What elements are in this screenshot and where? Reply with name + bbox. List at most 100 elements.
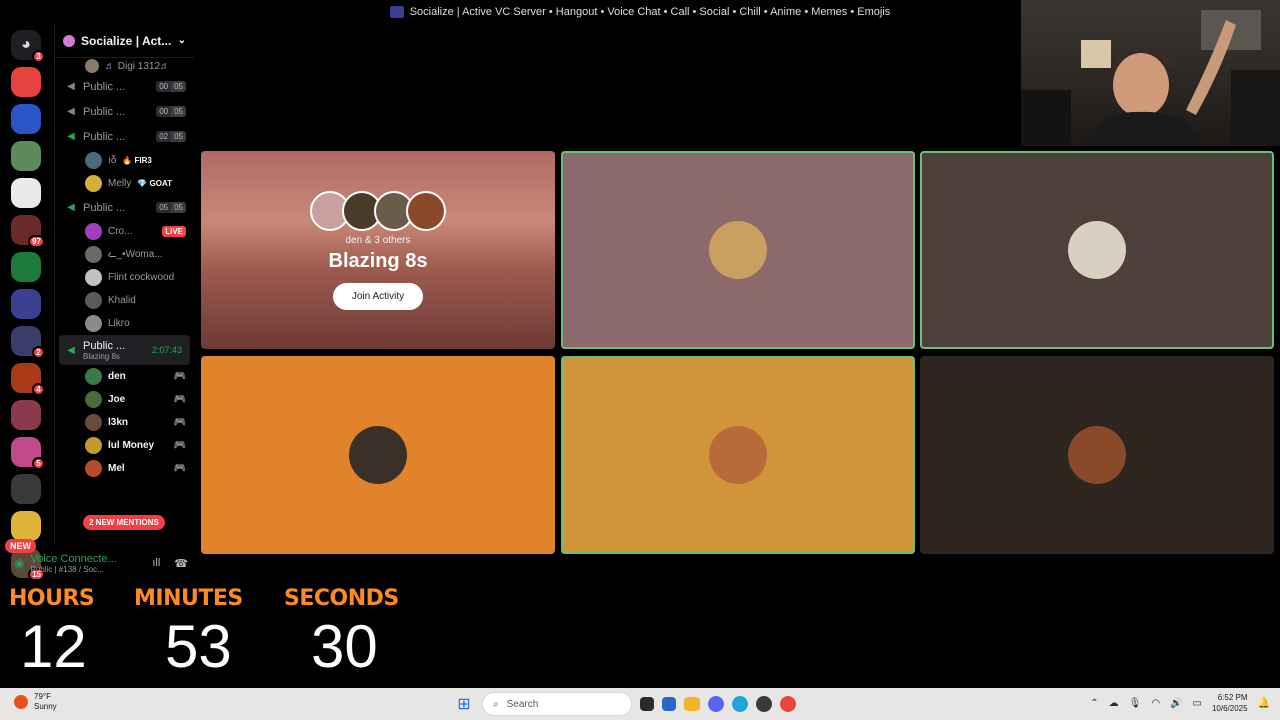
cloud-icon[interactable]: ☁: [1109, 698, 1119, 709]
avatar: [85, 152, 102, 169]
user-name: ♬ Digi 1312♬: [105, 60, 171, 72]
channel-name: Public ...: [83, 201, 126, 214]
webcam-overlay: [1021, 0, 1280, 146]
webcam-person-image: [1021, 10, 1280, 146]
list-item[interactable]: ᓚ_•Woma...: [55, 243, 194, 266]
file-explorer-icon[interactable]: [684, 697, 700, 711]
anime-server-icon[interactable]: [11, 400, 41, 430]
discord-taskbar-icon[interactable]: [708, 696, 724, 712]
list-item[interactable]: l3kn 🎮: [55, 411, 194, 434]
system-tray: ⌃ ☁ 🎙 ◠ 🔊 ▭ 6:52 PM 10/6/2025 🔔: [1090, 692, 1270, 714]
wifi-icon[interactable]: ◠: [1151, 698, 1160, 709]
list-item[interactable]: Flint cockwood: [55, 266, 194, 289]
join-activity-button[interactable]: Join Activity: [332, 282, 424, 310]
pink-server-icon[interactable]: 5: [11, 437, 45, 470]
fire-server-icon[interactable]: 4: [11, 363, 45, 396]
activity-tile[interactable]: den & 3 others Blazing 8s Join Activity: [201, 151, 555, 349]
red-server-icon[interactable]: 97: [11, 215, 45, 248]
money-server-icon[interactable]: [11, 178, 41, 208]
clock-time: 6:52 PM: [1217, 693, 1248, 702]
user-name: den: [108, 371, 126, 382]
hullow-server-icon[interactable]: [11, 67, 41, 97]
new-mentions-badge[interactable]: 2 NEW MENTIONS: [83, 515, 165, 530]
user-name: Khalid: [108, 295, 136, 306]
windows-start-icon[interactable]: ⊞: [454, 694, 474, 714]
active-voice-channel[interactable]: ◀ Public ... Blazing 8s 2:07:43: [59, 335, 190, 365]
blue-server-icon[interactable]: [11, 104, 41, 134]
participant-tile[interactable]: [920, 151, 1274, 349]
avatar: [709, 221, 767, 279]
voice-channel[interactable]: Public | #138 / Soc...: [30, 565, 116, 574]
clock-date: 10/6/2025: [1211, 704, 1248, 713]
emoji-server-icon[interactable]: [11, 511, 41, 541]
taskbar-search[interactable]: ⌕ Search: [482, 692, 632, 716]
list-item[interactable]: ıδ 🔥 FIR3: [55, 149, 194, 172]
speaker-icon: ◀: [67, 202, 75, 213]
participant-tile[interactable]: [920, 356, 1274, 554]
weather-temp: 79°F: [34, 692, 51, 701]
server-icon: [389, 6, 404, 18]
user-count: 05 05: [156, 202, 186, 213]
obs-icon[interactable]: [756, 696, 772, 712]
folder-icon[interactable]: [11, 289, 41, 319]
green-server-icon[interactable]: [11, 252, 41, 282]
task-view-icon[interactable]: [640, 697, 654, 711]
minutes-label: MINUTES: [134, 586, 243, 611]
gamepad-icon: 🎮: [173, 417, 186, 428]
list-item[interactable]: ♬ Digi 1312♬: [55, 58, 194, 74]
gamepad-icon: 🎮: [173, 394, 186, 405]
chrome-icon[interactable]: [780, 696, 796, 712]
socialize-server-icon[interactable]: 2: [11, 326, 45, 359]
voice-channel[interactable]: ◀ Public ... 05 05: [55, 195, 194, 220]
list-item[interactable]: Khalid: [55, 289, 194, 312]
landscape-server-icon[interactable]: [11, 141, 41, 171]
volume-icon[interactable]: 🔊: [1170, 698, 1182, 709]
store-icon[interactable]: [662, 697, 676, 711]
guild-header[interactable]: Socialize | Act... ⌄: [55, 24, 194, 58]
user-name: Flint cockwood: [108, 272, 175, 283]
clock[interactable]: 6:52 PM 10/6/2025: [1212, 692, 1248, 714]
voice-channel[interactable]: ◀ Public ... 00 05: [55, 74, 194, 99]
voice-channel[interactable]: ◀ Public ... 02 05: [55, 124, 194, 149]
voice-channel[interactable]: ◀ Public ... 00 05: [55, 99, 194, 124]
user-name: Likro: [108, 318, 130, 329]
avatar: [85, 269, 102, 286]
dark-server-icon[interactable]: [11, 474, 41, 504]
avatar: [85, 292, 102, 309]
notification-icon[interactable]: 🔔: [1258, 698, 1270, 709]
user-name: l3kn: [108, 417, 129, 428]
user-tag: 🔥 FIR3: [122, 156, 152, 165]
channel-name: Public ...: [83, 339, 126, 352]
microphone-icon[interactable]: 🎙: [1129, 698, 1142, 709]
list-item[interactable]: Likro: [55, 312, 194, 335]
list-item[interactable]: Joe 🎮: [55, 388, 194, 411]
discord-home-icon[interactable]: ◕ 3: [11, 30, 45, 63]
edge-icon[interactable]: [732, 696, 748, 712]
battery-icon[interactable]: ▭: [1193, 698, 1202, 709]
avatar: [85, 368, 102, 385]
seconds-value: 30: [311, 613, 378, 680]
unread-badge: 3: [32, 50, 45, 63]
weather-widget[interactable]: 79°F Sunny: [14, 692, 57, 712]
countdown-timer: HOURS MINUTES SECONDS 12 53 30: [0, 582, 420, 682]
list-item[interactable]: den 🎮: [55, 365, 194, 388]
user-name: Cro...: [108, 226, 133, 237]
disconnect-icon[interactable]: ☎: [174, 557, 188, 570]
user-name: Melly: [108, 178, 132, 189]
participant-tile[interactable]: [201, 356, 555, 554]
user-name: lul Money: [108, 440, 155, 451]
list-item[interactable]: Melly 💎 GOAT: [55, 172, 194, 195]
avatar: [85, 460, 102, 477]
avatar: [1068, 221, 1126, 279]
list-item[interactable]: Cro... LIVE: [55, 220, 194, 243]
list-item[interactable]: lul Money 🎮: [55, 434, 194, 457]
voice-status[interactable]: Voice Connecte...: [30, 553, 116, 565]
chevron-up-icon[interactable]: ⌃: [1090, 698, 1098, 709]
avatar: [85, 437, 102, 454]
participant-tile[interactable]: [561, 151, 915, 349]
noise-suppression-icon[interactable]: ıll: [152, 557, 160, 570]
avatar: [85, 246, 102, 263]
participant-tile[interactable]: [561, 356, 915, 554]
list-item[interactable]: Mel 🎮: [55, 457, 194, 480]
participant-avatars: [310, 190, 446, 231]
